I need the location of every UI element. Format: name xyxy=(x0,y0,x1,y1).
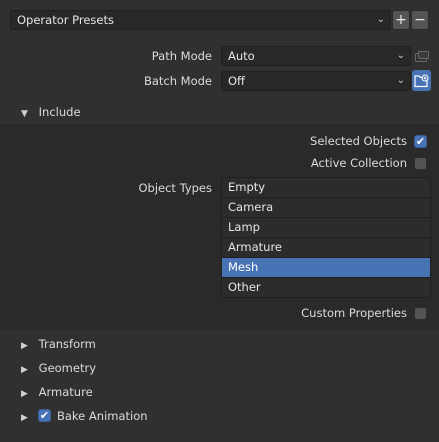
selected-objects-label: Selected Objects xyxy=(310,134,407,148)
object-type-other[interactable]: Other xyxy=(222,278,430,297)
triangle-right-icon: ▶ xyxy=(21,389,28,399)
active-collection-label: Active Collection xyxy=(310,156,407,170)
bake-animation-checkbox[interactable]: ✔ xyxy=(38,409,51,422)
batch-mode-dropdown[interactable]: Off ⌄ xyxy=(221,71,411,91)
triangle-right-icon: ▶ xyxy=(21,341,28,351)
object-type-armature[interactable]: Armature xyxy=(222,238,430,258)
custom-properties-label: Custom Properties xyxy=(301,306,407,320)
include-panel-title: Include xyxy=(38,105,81,119)
path-mode-value: Auto xyxy=(228,49,255,63)
batch-mode-label: Batch Mode xyxy=(143,74,212,88)
transform-panel-header[interactable]: ▶ Transform xyxy=(0,332,439,356)
include-panel-header[interactable]: ▼ Include xyxy=(0,100,439,124)
transform-panel-title: Transform xyxy=(38,337,96,351)
check-icon: ✔ xyxy=(415,135,426,148)
custom-properties-checkbox[interactable] xyxy=(414,307,427,320)
armature-panel-header[interactable]: ▶ Armature xyxy=(0,380,439,404)
armature-panel-title: Armature xyxy=(38,385,93,399)
triangle-right-icon: ▶ xyxy=(21,413,28,423)
chevron-down-icon: ⌄ xyxy=(396,75,405,86)
bake-animation-label: Bake Animation xyxy=(57,409,148,423)
object-types-list: Empty Camera Lamp Armature Mesh Other xyxy=(221,177,431,298)
active-collection-checkbox[interactable] xyxy=(414,157,427,170)
geometry-panel-title: Geometry xyxy=(38,361,96,375)
object-type-lamp[interactable]: Lamp xyxy=(222,218,430,238)
batch-mode-value: Off xyxy=(228,74,245,88)
object-type-empty[interactable]: Empty xyxy=(222,178,430,198)
triangle-right-icon: ▶ xyxy=(21,365,28,375)
object-types-label: Object Types xyxy=(138,181,212,195)
check-icon: ✔ xyxy=(39,409,50,422)
add-preset-button[interactable]: + xyxy=(392,10,410,30)
chevron-down-icon: ⌄ xyxy=(376,14,385,25)
operator-presets-label: Operator Presets xyxy=(17,13,114,27)
object-type-mesh[interactable]: Mesh xyxy=(222,258,430,278)
triangle-down-icon: ▼ xyxy=(21,109,28,119)
path-mode-dropdown[interactable]: Auto ⌄ xyxy=(221,46,411,66)
chevron-down-icon: ⌄ xyxy=(396,50,405,61)
object-type-camera[interactable]: Camera xyxy=(222,198,430,218)
folder-new-icon xyxy=(414,74,429,88)
minus-icon: − xyxy=(414,12,426,28)
plus-icon: + xyxy=(395,12,407,28)
geometry-panel-header[interactable]: ▶ Geometry xyxy=(0,356,439,380)
embed-textures-icon[interactable] xyxy=(414,50,430,63)
selected-objects-checkbox[interactable]: ✔ xyxy=(414,135,427,148)
operator-presets-dropdown[interactable]: Operator Presets ⌄ xyxy=(10,10,391,30)
bake-animation-panel-header[interactable]: ▶ ✔ Bake Animation xyxy=(0,404,439,428)
path-mode-label: Path Mode xyxy=(151,49,212,63)
batch-own-dir-button[interactable] xyxy=(412,70,431,91)
remove-preset-button[interactable]: − xyxy=(411,10,429,30)
